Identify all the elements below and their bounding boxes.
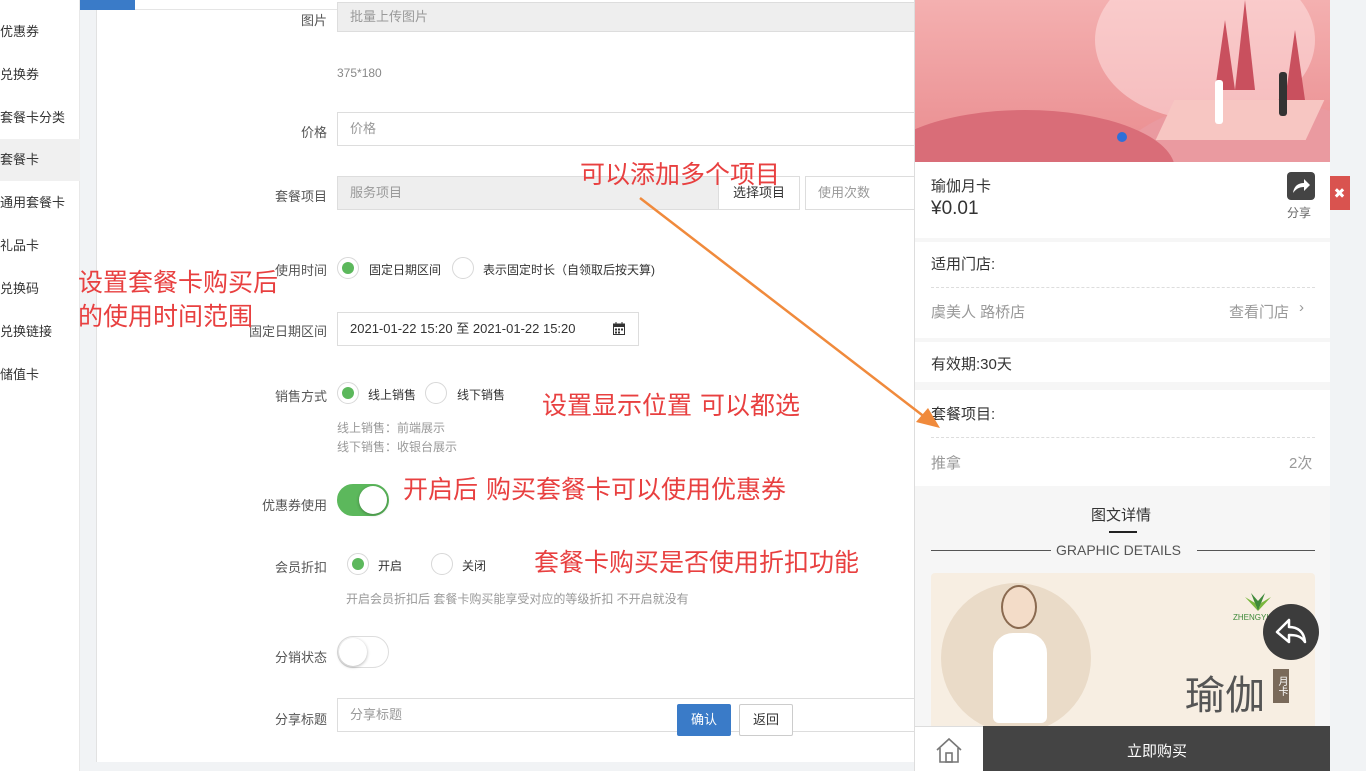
annotation-arrow: [639, 197, 940, 428]
